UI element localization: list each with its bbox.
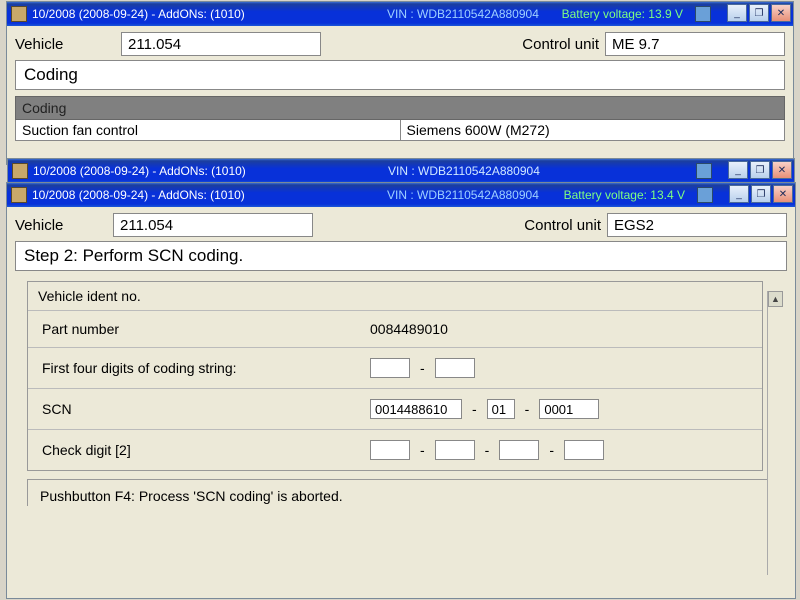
footer-status: Pushbutton F4: Process 'SCN coding' is a… [27,479,775,506]
dash: - [420,360,425,376]
check-input-b[interactable] [435,440,475,460]
minimize-button[interactable]: _ [729,185,749,203]
dash: - [472,401,477,417]
vehicle-ident-label: Vehicle ident no. [28,282,762,311]
check-input-c[interactable] [499,440,539,460]
part-number-row: Part number 0084489010 [28,311,762,347]
scn-input-b[interactable]: 01 [487,399,515,419]
control-unit-label: Control unit [524,217,601,234]
part-number-label: Part number [42,321,362,337]
check-input-d[interactable] [564,440,604,460]
scn-row: SCN 0014488610 - 01 - 0001 [28,388,762,429]
vehicle-label: Vehicle [15,36,115,53]
close-button[interactable]: ✕ [771,4,791,22]
control-unit-field[interactable]: ME 9.7 [605,32,785,56]
status-icon [697,187,713,203]
restore-button[interactable]: ❐ [750,161,770,179]
dash: - [485,442,490,458]
scn-label: SCN [42,401,362,417]
content-area: Vehicle 211.054 Control unit EGS2 Step 2… [7,207,795,598]
first-four-input-a[interactable] [370,358,410,378]
vin-label: VIN : WDB2110542A880904 [387,188,539,202]
window-buttons: _ ❐ ✕ [727,4,791,22]
window-title: 10/2008 (2008-09-24) - AddONs: (1010) [32,7,245,21]
battery-voltage-label: Battery voltage: 13.4 V [564,188,685,202]
table-header: Coding [15,96,785,120]
check-input-a[interactable] [370,440,410,460]
scn-panel: Vehicle ident no. Part number 0084489010… [27,281,763,471]
scrollbar[interactable]: ▲ [767,291,783,575]
window-title: 10/2008 (2008-09-24) - AddONs: (1010) [32,188,245,202]
battery-voltage-label: Battery voltage: 13.9 V [562,7,683,21]
dash: - [549,442,554,458]
vehicle-label: Vehicle [15,217,107,234]
first-four-label: First four digits of coding string: [42,360,362,376]
status-icon [696,163,712,179]
scroll-up-icon[interactable]: ▲ [768,291,783,307]
minimize-button[interactable]: _ [728,161,748,179]
vin-label: VIN : WDB2110542A880904 [388,164,540,178]
close-button[interactable]: ✕ [772,161,792,179]
panel-body: Part number 0084489010 First four digits… [28,311,762,470]
control-unit-label: Control unit [522,36,599,53]
app-icon [11,6,27,22]
window-title: 10/2008 (2008-09-24) - AddONs: (1010) [33,164,246,178]
titlebar[interactable]: 10/2008 (2008-09-24) - AddONs: (1010) VI… [7,183,795,207]
app-icon [12,163,28,179]
restore-button[interactable]: ❐ [749,4,769,22]
app-icon [11,187,27,203]
window-buttons: _ ❐ ✕ [729,185,793,203]
dash: - [420,442,425,458]
vin-label: VIN : WDB2110542A880904 [387,7,539,21]
check-digit-row: Check digit [2] - - - [28,429,762,470]
content-area: Vehicle 211.054 Control unit ME 9.7 Codi… [7,26,793,147]
window-coding-me97: 10/2008 (2008-09-24) - AddONs: (1010) VI… [6,1,794,165]
vehicle-field[interactable]: 211.054 [113,213,313,237]
first-four-input-b[interactable] [435,358,475,378]
window-scn-coding-egs2: 10/2008 (2008-09-24) - AddONs: (1010) VI… [6,182,796,599]
part-number-value: 0084489010 [370,321,448,337]
vehicle-field[interactable]: 211.054 [121,32,321,56]
param-name-cell: Suction fan control [16,120,401,140]
status-icon [695,6,711,22]
scn-input-a[interactable]: 0014488610 [370,399,462,419]
titlebar[interactable]: 10/2008 (2008-09-24) - AddONs: (1010) VI… [7,2,793,26]
titlebar[interactable]: 10/2008 (2008-09-24) - AddONs: (1010) VI… [8,159,794,183]
param-value-cell: Siemens 600W (M272) [401,120,785,140]
window-buttons: _ ❐ ✕ [728,161,792,179]
first-four-row: First four digits of coding string: - [28,347,762,388]
check-digit-label: Check digit [2] [42,442,362,458]
minimize-button[interactable]: _ [727,4,747,22]
step-title: Step 2: Perform SCN coding. [15,241,787,271]
section-title: Coding [15,60,785,90]
restore-button[interactable]: ❐ [751,185,771,203]
table-row[interactable]: Suction fan control Siemens 600W (M272) [15,120,785,141]
control-unit-field[interactable]: EGS2 [607,213,787,237]
dash: - [525,401,530,417]
scn-input-c[interactable]: 0001 [539,399,599,419]
close-button[interactable]: ✕ [773,185,793,203]
